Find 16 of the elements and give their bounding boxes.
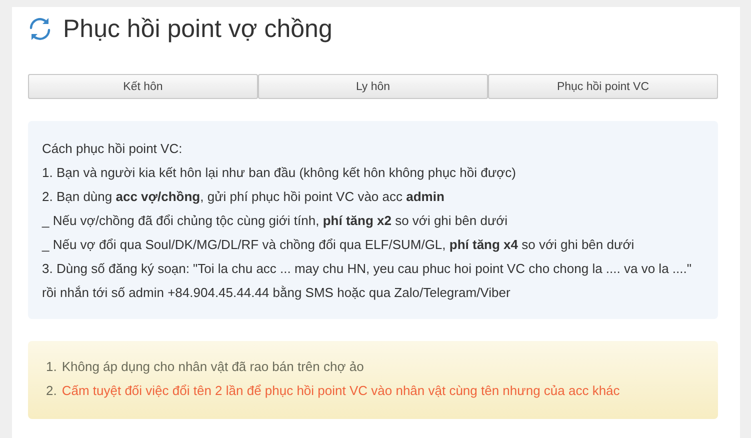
- note-text: Không áp dụng cho nhân vật đã rao bán trên chợ ảo: [62, 358, 364, 376]
- tab[interactable]: Ly hôn: [258, 74, 488, 99]
- tab[interactable]: Phục hồi point VC: [488, 74, 718, 99]
- refresh-icon: [27, 16, 53, 42]
- note-number: 1.: [46, 358, 57, 376]
- info-line: Cách phục hồi point VC:: [42, 140, 184, 158]
- tab[interactable]: Kết hôn: [28, 74, 258, 99]
- info-line: 1. Bạn và người kia kết hôn lại như ban đầu (không kết hôn không phục hồi được): [42, 164, 517, 182]
- info-line: _ Nếu vợ/chồng đã đổi chủng tộc cùng giới tính, phí tăng x2 so với ghi bên dưới: [42, 212, 509, 230]
- info-line: rồi nhắn tới số admin +84.904.45.44.44 bằng SMS hoặc qua Zalo/Telegram/Viber: [42, 284, 512, 302]
- note-text: Cấm tuyệt đối việc đổi tên 2 lần để phục hồi point VC vào nhân vật cùng tên nhưng của acc khác: [62, 382, 620, 400]
- note-number: 2.: [46, 382, 57, 400]
- info-line: _ Nếu vợ đổi qua Soul/DK/MG/DL/RF và chồng đổi qua ELF/SUM/GL, phí tăng x4 so với ghi bên dưới: [42, 236, 636, 254]
- page-title: Phục hồi point vợ chồng: [63, 14, 332, 44]
- info-line: 3. Dùng số đăng ký soạn: "Toi la chu acc ... may chu HN, yeu cau phuc hoi point VC cho chong la .... va vo la ....": [42, 260, 692, 278]
- info-line: 2. Bạn dùng acc vợ/chồng, gửi phí phục hồi point VC vào acc admin: [42, 188, 446, 206]
